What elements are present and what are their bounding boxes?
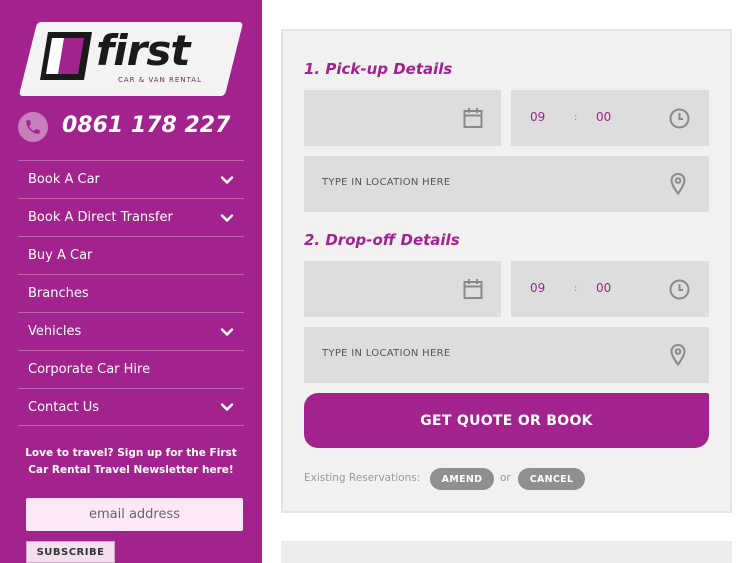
location-pin-icon bbox=[670, 173, 686, 195]
pickup-minute[interactable]: 00 bbox=[596, 110, 611, 124]
subscribe-button[interactable]: SUBSCRIBE bbox=[26, 541, 115, 563]
dropoff-time-field[interactable]: 09 : 00 bbox=[511, 261, 709, 317]
pickup-time-field[interactable]: 09 : 00 bbox=[511, 90, 709, 146]
newsletter-prompt: Love to travel? Sign up for the First Ca… bbox=[25, 447, 237, 476]
pickup-date-field[interactable] bbox=[304, 90, 501, 146]
sidebar-nav: Book A Car Book A Direct Transfer Buy A … bbox=[18, 160, 244, 426]
logo-tagline: CAR & VAN RENTAL bbox=[118, 76, 202, 84]
nav-item-label: Vehicles bbox=[28, 324, 82, 339]
clock-icon bbox=[669, 108, 690, 129]
nav-item-corporate-car-hire[interactable]: Corporate Car Hire bbox=[18, 350, 244, 388]
cancel-button[interactable]: CANCEL bbox=[518, 468, 585, 490]
phone-icon bbox=[18, 112, 48, 142]
pickup-hour[interactable]: 09 bbox=[530, 110, 545, 124]
time-separator: : bbox=[574, 283, 578, 294]
pickup-location-field[interactable]: TYPE IN LOCATION HERE bbox=[304, 156, 709, 212]
location-pin-icon bbox=[670, 344, 686, 366]
dropoff-location-field[interactable]: TYPE IN LOCATION HERE bbox=[304, 327, 709, 383]
logo-mark-icon bbox=[40, 32, 92, 80]
nav-item-branches[interactable]: Branches bbox=[18, 274, 244, 312]
dropoff-section-title: 2. Drop-off Details bbox=[304, 231, 460, 249]
time-separator: : bbox=[574, 112, 578, 123]
chevron-down-icon[interactable] bbox=[220, 211, 234, 225]
dropoff-minute[interactable]: 00 bbox=[596, 281, 611, 295]
nav-item-label: Contact Us bbox=[28, 399, 99, 415]
pickup-section-title: 1. Pick-up Details bbox=[304, 60, 453, 78]
phone-number: 0861 178 227 bbox=[62, 113, 231, 138]
nav-item-buy-a-car[interactable]: Buy A Car bbox=[18, 236, 244, 274]
nav-item-label: Book A Car bbox=[28, 172, 100, 187]
pickup-location-placeholder: TYPE IN LOCATION HERE bbox=[322, 177, 451, 188]
get-quote-button[interactable]: GET QUOTE OR BOOK bbox=[304, 393, 709, 448]
calendar-icon bbox=[463, 108, 483, 128]
nav-item-book-a-direct-transfer[interactable]: Book A Direct Transfer bbox=[18, 198, 244, 236]
newsletter-email-input[interactable] bbox=[26, 498, 243, 531]
dropoff-hour[interactable]: 09 bbox=[530, 281, 545, 295]
chevron-down-icon[interactable] bbox=[220, 400, 234, 414]
nav-item-label: Branches bbox=[28, 286, 89, 301]
lower-panel bbox=[281, 541, 732, 563]
nav-item-label: Book A Direct Transfer bbox=[28, 210, 173, 225]
dropoff-date-field[interactable] bbox=[304, 261, 501, 317]
amend-button[interactable]: AMEND bbox=[430, 468, 494, 490]
clock-icon bbox=[669, 279, 690, 300]
logo-word: first bbox=[96, 26, 190, 75]
nav-item-book-a-car[interactable]: Book A Car bbox=[18, 160, 244, 198]
phone-contact[interactable]: 0861 178 227 bbox=[18, 110, 248, 144]
existing-reservations-label: Existing Reservations: bbox=[304, 472, 421, 484]
brand-logo[interactable]: first CAR & VAN RENTAL bbox=[36, 26, 226, 90]
sidebar: first CAR & VAN RENTAL 0861 178 227 Book… bbox=[0, 0, 262, 563]
nav-item-contact-us[interactable]: Contact Us bbox=[18, 388, 244, 426]
calendar-icon bbox=[463, 279, 483, 299]
nav-item-label: Buy A Car bbox=[28, 248, 93, 263]
nav-item-vehicles[interactable]: Vehicles bbox=[18, 312, 244, 350]
nav-item-label: Corporate Car Hire bbox=[28, 362, 151, 377]
chevron-down-icon[interactable] bbox=[220, 173, 234, 187]
chevron-down-icon[interactable] bbox=[220, 325, 234, 339]
dropoff-location-placeholder: TYPE IN LOCATION HERE bbox=[322, 348, 451, 359]
or-separator: or bbox=[500, 472, 511, 484]
